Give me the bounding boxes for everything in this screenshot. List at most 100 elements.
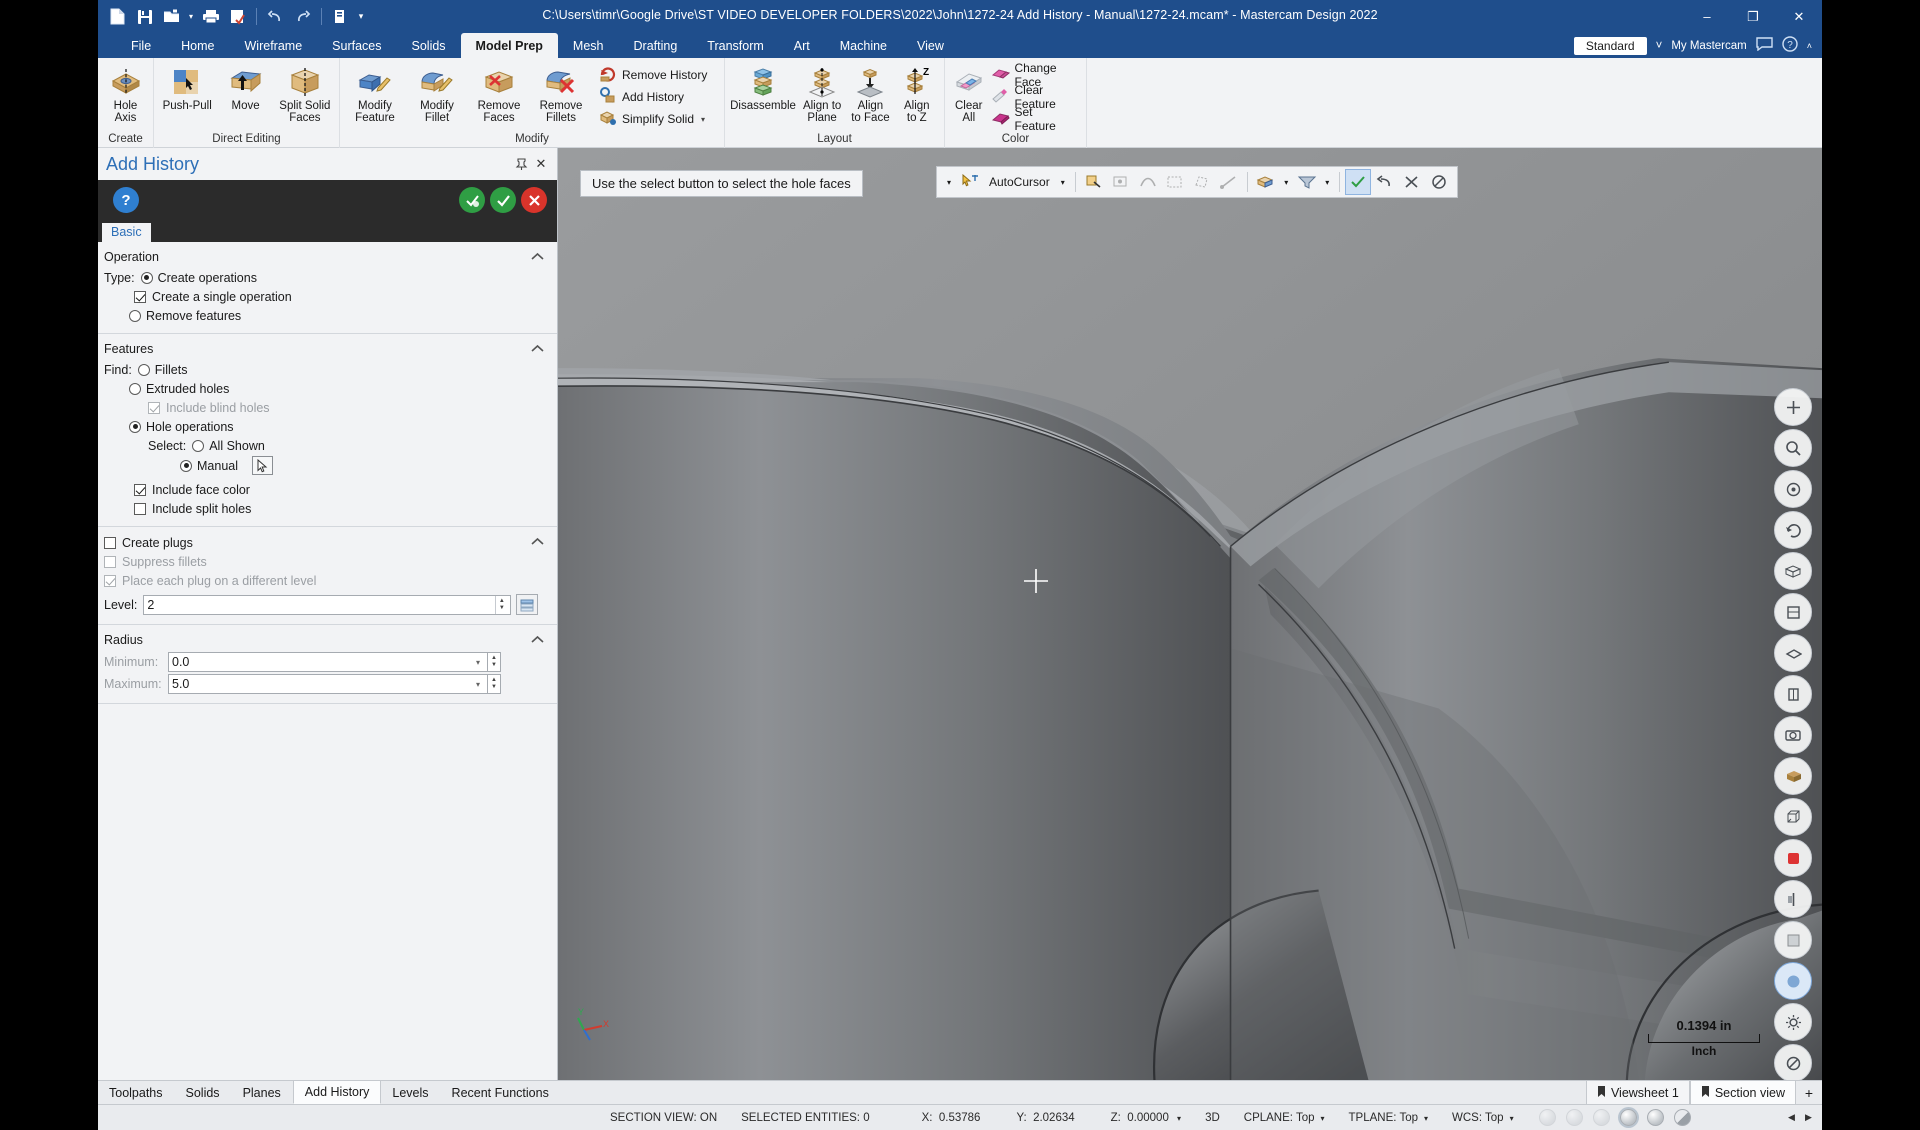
select-filter-dropdown-icon[interactable]: ▾ [1322, 170, 1333, 194]
view-mode-toggle[interactable]: 3D [1193, 1112, 1232, 1124]
add-history-button[interactable]: Add History [596, 86, 713, 108]
minimum-dropdown-icon[interactable]: ▾ [472, 658, 484, 667]
bottom-tab-solids[interactable]: Solids [175, 1081, 232, 1104]
include-split-holes-label[interactable]: Include split holes [152, 502, 251, 516]
shade-mode-smooth[interactable] [1642, 1109, 1669, 1126]
disassemble-button[interactable]: Disassemble [729, 62, 797, 115]
close-button[interactable]: ✕ [1776, 0, 1822, 33]
tab-file[interactable]: File [116, 33, 166, 58]
z-coordinate[interactable]: Z: 0.00000 ▾ [1087, 1112, 1193, 1124]
bottom-tab-add-history[interactable]: Add History [292, 1080, 382, 1104]
zoom-window-icon[interactable] [1774, 429, 1812, 467]
tab-home[interactable]: Home [166, 33, 229, 58]
extruded-holes-label[interactable]: Extruded holes [146, 382, 229, 396]
apply-button[interactable] [459, 187, 485, 213]
save-icon[interactable] [132, 4, 157, 29]
simplify-solid-caret-icon[interactable]: ▾ [701, 115, 705, 124]
section-view-icon[interactable] [1774, 880, 1812, 918]
unselect-icon[interactable] [1427, 170, 1451, 194]
tab-art[interactable]: Art [779, 33, 825, 58]
remove-features-label[interactable]: Remove features [146, 309, 241, 323]
autocursor-dropdown-icon[interactable]: ▾ [943, 170, 955, 194]
zoom-target-icon[interactable] [1774, 470, 1812, 508]
my-mastercam-label[interactable]: My Mastercam [1671, 40, 1746, 52]
all-shown-label[interactable]: All Shown [209, 439, 265, 453]
pin-icon[interactable] [511, 154, 531, 174]
tab-transform[interactable]: Transform [692, 33, 779, 58]
undo-icon[interactable] [263, 4, 288, 29]
radius-collapse-icon[interactable] [529, 631, 545, 647]
undo-selection-icon[interactable] [1373, 170, 1397, 194]
nav-next-button[interactable]: ▶ [1801, 1110, 1816, 1126]
translucency-icon[interactable] [1774, 921, 1812, 959]
right-view-icon[interactable] [1774, 675, 1812, 713]
screenshot-icon[interactable] [1774, 716, 1812, 754]
shading-icon[interactable] [1774, 757, 1812, 795]
create-plugs-checkbox[interactable] [104, 537, 116, 549]
select-window-icon[interactable] [1163, 170, 1187, 194]
autocursor-icon[interactable] [958, 170, 982, 194]
front-view-icon[interactable] [1774, 593, 1812, 631]
all-shown-radio[interactable] [192, 439, 205, 452]
bottom-tab-planes[interactable]: Planes [232, 1081, 293, 1104]
nav-prev-button[interactable]: ◀ [1784, 1110, 1799, 1126]
simplify-solid-button[interactable]: Simplify Solid ▾ [596, 108, 713, 130]
cplane-selector[interactable]: CPLANE: Top ▾ [1232, 1112, 1337, 1124]
hole-axis-button[interactable]: Hole Axis [102, 62, 149, 127]
fillets-label[interactable]: Fillets [155, 363, 188, 377]
tab-machine[interactable]: Machine [825, 33, 902, 58]
panel-close-icon[interactable]: ✕ [531, 154, 551, 174]
remove-history-button[interactable]: Remove History [596, 64, 713, 86]
open-icon[interactable] [159, 4, 184, 29]
tab-drafting[interactable]: Drafting [619, 33, 693, 58]
minimum-spinner[interactable]: ▲ ▼ [488, 652, 501, 672]
push-pull-button[interactable]: Push-Pull [158, 62, 216, 115]
fillets-radio[interactable] [137, 363, 150, 376]
tab-solids[interactable]: Solids [397, 33, 461, 58]
select-solid-face-icon[interactable] [1254, 170, 1278, 194]
chat-icon[interactable] [1756, 37, 1773, 54]
clear-selection-icon[interactable] [1400, 170, 1424, 194]
add-viewsheet-button[interactable]: + [1796, 1081, 1822, 1104]
set-feature-button[interactable]: Set Feature [989, 105, 1083, 133]
config-selector[interactable]: Standard [1573, 36, 1647, 55]
minimize-button[interactable]: – [1684, 0, 1730, 33]
clear-all-button[interactable]: Clear All [949, 62, 989, 127]
select-filter-icon[interactable] [1295, 170, 1319, 194]
manual-label[interactable]: Manual [197, 459, 238, 473]
select-polygon-icon[interactable] [1190, 170, 1214, 194]
features-collapse-icon[interactable] [529, 340, 545, 356]
viewsheet-icon[interactable] [1774, 962, 1812, 1000]
print-icon[interactable] [198, 4, 223, 29]
remove-features-radio[interactable] [129, 309, 141, 322]
tab-view[interactable]: View [902, 33, 959, 58]
level-spinner[interactable]: ▲ ▼ [495, 595, 507, 614]
my-mastercam-caret[interactable]: ˅ [1656, 40, 1663, 52]
wcs-selector[interactable]: WCS: Top ▾ [1440, 1112, 1526, 1124]
restore-button[interactable]: ❐ [1730, 0, 1776, 33]
remove-fillets-button[interactable]: Remove Fillets [530, 62, 592, 127]
move-button[interactable]: Move [216, 62, 274, 115]
include-face-color-checkbox[interactable] [134, 483, 146, 496]
end-selection-icon[interactable] [1344, 169, 1371, 195]
select-chain-icon[interactable] [1136, 170, 1160, 194]
gear-icon[interactable] [1774, 1003, 1812, 1041]
cancel-button[interactable] [521, 187, 547, 213]
hole-operations-label[interactable]: Hole operations [146, 420, 234, 434]
create-plugs-collapse-icon[interactable] [529, 533, 545, 549]
top-view-icon[interactable] [1774, 634, 1812, 672]
isometric-view-icon[interactable] [1774, 552, 1812, 590]
select-entity-icon[interactable] [1109, 170, 1133, 194]
viewsheet-tab-section-view[interactable]: Section view [1689, 1081, 1796, 1104]
modify-feature-button[interactable]: Modify Feature [344, 62, 406, 127]
hole-operations-radio[interactable] [129, 420, 141, 433]
help-button[interactable]: ? [113, 187, 139, 213]
tab-wireframe[interactable]: Wireframe [230, 33, 318, 58]
select-all-icon[interactable] [1082, 170, 1106, 194]
bottom-tab-toolpaths[interactable]: Toolpaths [98, 1081, 175, 1104]
dynamic-rotate-icon[interactable] [1774, 511, 1812, 549]
redo-icon[interactable] [290, 4, 315, 29]
select-vector-icon[interactable] [1217, 170, 1241, 194]
graphics-viewport[interactable]: Use the select button to select the hole… [558, 148, 1822, 1080]
tab-model-prep[interactable]: Model Prep [460, 33, 558, 58]
